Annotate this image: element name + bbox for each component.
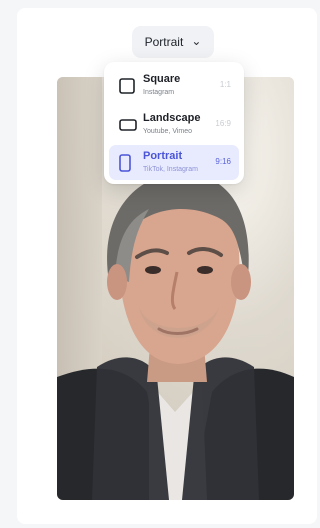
- ratio-option-subtitle: TikTok, Instagram: [143, 166, 198, 173]
- ratio-option-title: Square: [143, 73, 181, 85]
- ratio-option-title: Portrait: [143, 150, 183, 162]
- aspect-ratio-menu: Square Instagram 1:1 Landscape Youtube, …: [104, 62, 244, 184]
- ratio-option-square[interactable]: Square Instagram 1:1: [109, 68, 239, 103]
- ratio-option-value: 16:9: [215, 119, 231, 128]
- aspect-ratio-dropdown[interactable]: Portrait ⌄: [132, 26, 214, 58]
- portrait-icon: [119, 153, 131, 172]
- ratio-option-title: Landscape: [143, 112, 201, 124]
- ratio-option-value: 1:1: [219, 80, 231, 89]
- chevron-down-icon: ⌄: [191, 34, 202, 48]
- landscape-icon: [119, 118, 137, 131]
- square-icon: [119, 77, 135, 94]
- ratio-option-subtitle: Youtube, Vimeo: [143, 128, 193, 135]
- ratio-option-subtitle: Instagram: [143, 89, 175, 96]
- ratio-option-landscape[interactable]: Landscape Youtube, Vimeo 16:9: [109, 107, 239, 142]
- selected-ratio-label: Portrait: [144, 35, 184, 49]
- ratio-option-portrait[interactable]: Portrait TikTok, Instagram 9:16: [109, 145, 239, 180]
- ratio-option-value: 9:16: [215, 157, 231, 166]
